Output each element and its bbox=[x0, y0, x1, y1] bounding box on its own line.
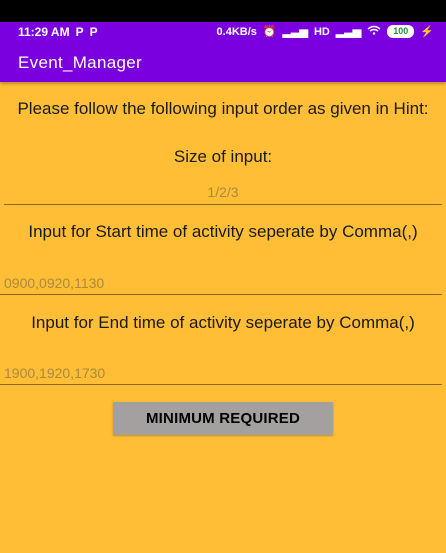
status-left: 11:29 AM P P bbox=[18, 25, 98, 39]
alarm-icon: ⏰ bbox=[262, 26, 277, 38]
battery-icon: 100 bbox=[387, 25, 415, 38]
status-right: 0.4KB/s ⏰ ▂▃▅ HD ▂▃▅ 100 ⚡ bbox=[217, 25, 434, 38]
app-bar: Event_Manager bbox=[0, 44, 446, 82]
status-time: 11:29 AM bbox=[18, 25, 70, 39]
instruction-text: Please follow the following input order … bbox=[17, 99, 429, 118]
app-title: Event_Manager bbox=[18, 53, 142, 72]
signal-icon-2: ▂▃▅ bbox=[335, 26, 362, 38]
signal-icon: ▂▃▅ bbox=[282, 26, 308, 38]
status-bar-top bbox=[0, 0, 446, 22]
start-time-label: Input for Start time of activity seperat… bbox=[28, 222, 418, 241]
network-speed: 0.4KB/s bbox=[216, 25, 257, 38]
size-label: Size of input: bbox=[173, 147, 273, 166]
start-time-input[interactable]: 0900,0920,1130 bbox=[0, 273, 442, 295]
parking-icon-2: P bbox=[89, 25, 98, 39]
wifi-icon bbox=[367, 25, 381, 38]
main-content: Please follow the following input order … bbox=[0, 82, 446, 553]
end-time-input[interactable]: 1900,1920,1730 bbox=[0, 363, 442, 385]
status-bar: 11:29 AM P P 0.4KB/s ⏰ ▂▃▅ HD ▂▃▅ 100 ⚡ bbox=[0, 0, 446, 44]
minimum-required-button[interactable]: MINIMUM REQUIRED bbox=[113, 402, 333, 435]
size-input[interactable]: 1/2/3 bbox=[4, 182, 442, 205]
hd-icon: HD bbox=[313, 25, 330, 38]
end-time-label: Input for End time of activity seperate … bbox=[31, 313, 415, 332]
charging-icon: ⚡ bbox=[420, 26, 434, 38]
parking-icon: P bbox=[75, 25, 84, 39]
